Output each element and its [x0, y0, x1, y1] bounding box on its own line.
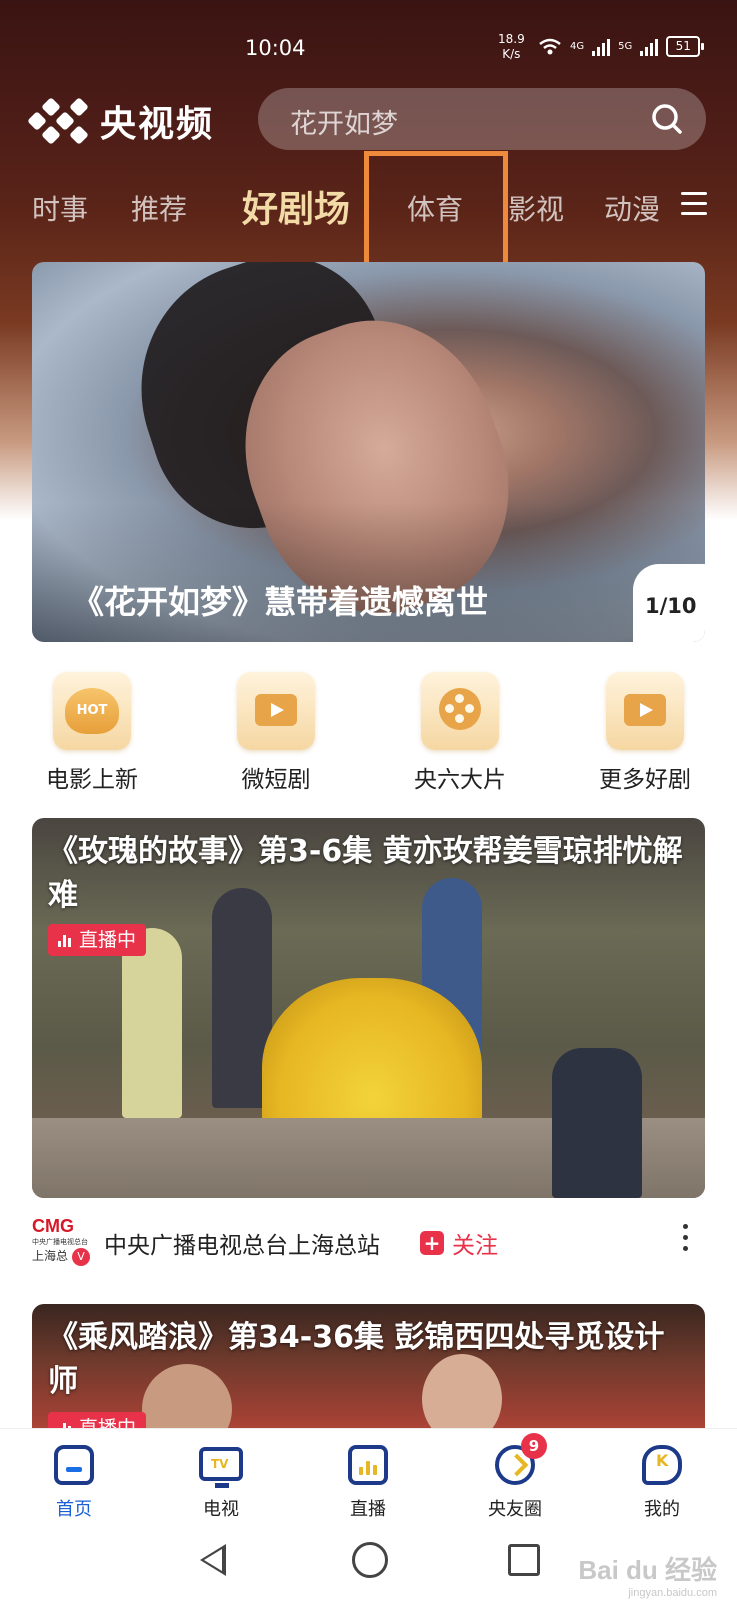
signal-icon — [640, 38, 659, 56]
network-5g-label: 5G — [618, 41, 633, 52]
banner-counter: 1/10 — [633, 564, 705, 642]
card-title: 《玫瑰的故事》第3-6集 黄亦玫帮姜雪琼排忧解难 — [48, 834, 683, 913]
video-camera-icon — [237, 672, 315, 750]
nav-circle[interactable]: 9 央友圈 — [465, 1433, 565, 1521]
tab-yingshi[interactable]: 影视 — [508, 188, 564, 228]
status-time: 10:04 — [245, 36, 306, 60]
system-nav-bar: Bai du 经验 jingyan.baidu.com — [0, 1528, 737, 1600]
card-image-figure — [122, 928, 182, 1118]
notification-badge: 9 — [521, 1433, 547, 1459]
recent-apps-icon[interactable] — [508, 1544, 540, 1576]
network-4g-label: 4G — [570, 41, 585, 52]
nav-me[interactable]: 我的 — [612, 1443, 712, 1521]
nav-label: 直播 — [350, 1499, 386, 1520]
plus-icon: + — [420, 1231, 444, 1255]
hot-badge-text: HOT — [65, 688, 119, 734]
tab-tuijian[interactable]: 推荐 — [131, 188, 187, 228]
tab-haojuchang[interactable]: 好剧场 — [242, 180, 350, 232]
home-icon — [52, 1443, 96, 1487]
feed-card[interactable]: 《玫瑰的故事》第3-6集 黄亦玫帮姜雪琼排忧解难 直播中 — [32, 818, 705, 1198]
live-badge: 直播中 — [48, 924, 147, 956]
follow-button[interactable]: + 关注 — [420, 1226, 498, 1260]
battery-icon: 51 — [666, 36, 705, 57]
film-reel-icon — [421, 672, 499, 750]
shortcut-short-drama[interactable]: 微短剧 — [216, 672, 336, 794]
cmg-logo-sub: 中央广播电视总台 — [32, 1238, 88, 1246]
card-image-figure — [552, 1048, 642, 1198]
highlight-annotation-box — [364, 151, 508, 275]
live-icon — [346, 1443, 390, 1487]
tv-icon: TV — [199, 1443, 243, 1488]
shortcut-label: 微短剧 — [241, 767, 311, 793]
baidu-watermark: Bai du 经验 jingyan.baidu.com — [578, 1550, 717, 1599]
hot-icon: HOT — [53, 672, 131, 750]
app-logo: 央视频 — [27, 95, 215, 147]
nav-label: 我的 — [644, 1499, 680, 1520]
shortcut-row: HOT 电影上新 微短剧 央六大片 更多好剧 — [0, 672, 737, 794]
status-icons: 4G 5G 51 — [538, 36, 705, 57]
profile-icon — [640, 1443, 684, 1487]
cmg-avatar[interactable]: CMG 中央广播电视总台 上海总 V — [32, 1216, 90, 1266]
wifi-icon — [539, 38, 561, 54]
nav-home[interactable]: 首页 — [24, 1443, 124, 1521]
source-name[interactable]: 中央广播电视总台上海总站 — [104, 1226, 380, 1260]
card-title: 《乘风踏浪》第34-36集 彭锦西四处寻觅设计师 — [48, 1320, 665, 1399]
nav-label: 首页 — [56, 1499, 92, 1520]
hero-banner[interactable]: 《花开如梦》慧带着遗憾离世 1/10 — [32, 262, 705, 642]
nav-tv[interactable]: TV 电视 — [171, 1443, 271, 1521]
tab-dongman[interactable]: 动漫 — [604, 188, 660, 228]
banner-counter-text: 1/10 — [645, 594, 697, 618]
more-options-icon[interactable] — [683, 1224, 691, 1256]
live-bars-icon — [58, 933, 71, 947]
live-badge-text: 直播中 — [79, 929, 137, 951]
logo-text: 央视频 — [100, 104, 215, 145]
network-speed-value: 18.9 — [498, 32, 525, 46]
logo-icon — [27, 97, 89, 145]
search-placeholder: 花开如梦 — [290, 109, 398, 140]
network-speed-unit: K/s — [502, 47, 521, 61]
follow-label: 关注 — [452, 1233, 498, 1259]
banner-title: 《花开如梦》慧带着遗憾离世 — [72, 583, 489, 621]
network-speed: 18.9 K/s — [498, 32, 525, 62]
signal-icon — [592, 38, 611, 56]
source-row: CMG 中央广播电视总台 上海总 V 中央广播电视总台上海总站 + 关注 — [32, 1212, 705, 1272]
verified-icon: V — [72, 1248, 90, 1266]
shortcut-label: 更多好剧 — [599, 767, 691, 793]
cmg-logo-text: CMG — [32, 1216, 74, 1236]
nav-live[interactable]: 直播 — [318, 1443, 418, 1521]
bottom-nav: 首页 TV 电视 直播 9 央友圈 我的 — [0, 1428, 737, 1529]
compass-icon: 9 — [493, 1433, 547, 1487]
shortcut-label: 电影上新 — [46, 767, 138, 793]
feed-card[interactable]: 《乘风踏浪》第34-36集 彭锦西四处寻觅设计师 直播中 — [32, 1304, 705, 1444]
shortcut-label: 央六大片 — [414, 767, 506, 793]
nav-label: 电视 — [203, 1499, 239, 1520]
home-circle-icon[interactable] — [352, 1542, 388, 1578]
watermark-text: Bai du 经验 — [578, 1555, 717, 1585]
back-icon[interactable] — [200, 1544, 226, 1576]
shortcut-cctv6[interactable]: 央六大片 — [400, 672, 520, 794]
watermark-sub: jingyan.baidu.com — [628, 1587, 717, 1599]
tab-shishi[interactable]: 时事 — [32, 188, 88, 228]
shortcut-movie-new[interactable]: HOT 电影上新 — [32, 672, 152, 794]
menu-icon[interactable] — [681, 192, 707, 216]
search-icon[interactable] — [650, 102, 684, 136]
nav-label: 央友圈 — [488, 1499, 542, 1520]
folder-play-icon — [606, 672, 684, 750]
search-bar[interactable]: 花开如梦 — [258, 88, 706, 150]
shortcut-more-drama[interactable]: 更多好剧 — [585, 672, 705, 794]
